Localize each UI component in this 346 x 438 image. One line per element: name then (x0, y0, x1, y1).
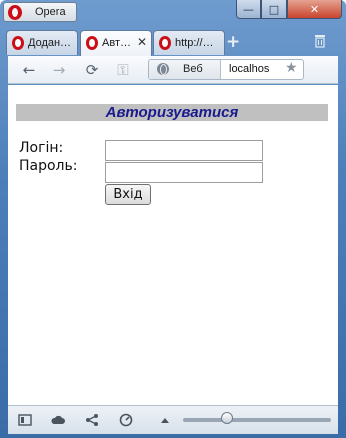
page-content: Авторизуватися Логін: Пароль: Вхід (8, 85, 338, 405)
forward-icon[interactable]: → (50, 61, 68, 79)
back-icon[interactable]: ← (20, 61, 38, 79)
opera-menu-label: Opera (35, 6, 66, 18)
opera-favicon-icon (86, 36, 98, 50)
opera-logo-icon (8, 5, 22, 20)
opera-favicon-icon (159, 36, 171, 50)
tab-addons[interactable]: Додан… (6, 30, 78, 55)
opera-favicon-icon (12, 36, 24, 50)
tab-label: http://… (175, 37, 214, 49)
minimize-icon: — (243, 2, 254, 16)
key-icon[interactable]: ⚿ (114, 61, 132, 79)
maximize-icon: □ (268, 2, 280, 16)
window-controls: — □ ✕ (236, 0, 342, 19)
minimize-button[interactable]: — (236, 0, 261, 19)
bookmark-star-icon[interactable]: ★ (285, 60, 298, 76)
page-title: Авторизуватися (105, 104, 239, 121)
opera-menu-button[interactable]: Opera (3, 2, 77, 22)
tab-http[interactable]: http://… (153, 30, 225, 55)
address-bar[interactable]: Веб localhos ★ (148, 59, 304, 80)
cloud-icon[interactable] (51, 413, 65, 427)
share-icon[interactable] (85, 413, 99, 427)
login-label: Логін: (19, 140, 64, 156)
heading-bar: Авторизуватися (16, 104, 328, 121)
trash-icon[interactable] (313, 34, 327, 48)
close-icon: ✕ (309, 2, 320, 16)
tab-label: Додан… (28, 37, 72, 49)
password-label: Пароль: (19, 158, 78, 174)
navigation-toolbar: ← → ⟳ ⚿ Веб localhos ★ (8, 56, 338, 84)
zoom-slider-thumb[interactable] (221, 412, 234, 424)
login-submit-button[interactable]: Вхід (105, 184, 151, 205)
zoom-slider-track[interactable] (183, 418, 331, 422)
triangle-icon[interactable] (158, 413, 172, 427)
close-window-button[interactable]: ✕ (287, 0, 342, 19)
panel-icon[interactable] (18, 413, 32, 427)
browser-window: Opera — □ ✕ Додан… Авт… ✕ http://… + ← →… (0, 0, 346, 438)
tab-authorization[interactable]: Авт… ✕ (80, 30, 152, 56)
status-bar (8, 405, 338, 434)
password-input[interactable] (105, 162, 263, 183)
tab-close-icon[interactable]: ✕ (137, 35, 147, 49)
login-input[interactable] (105, 140, 263, 161)
speed-dial-icon[interactable] (119, 413, 133, 427)
tab-label: Авт… (102, 37, 131, 49)
maximize-button[interactable]: □ (261, 0, 287, 19)
url-text[interactable]: localhos (229, 63, 269, 75)
new-tab-icon[interactable]: + (226, 32, 240, 52)
search-scope-label: Веб (183, 63, 203, 75)
globe-icon (157, 63, 169, 75)
reload-icon[interactable]: ⟳ (83, 61, 101, 79)
tab-strip: Додан… Авт… ✕ http://… + (0, 26, 346, 56)
search-scope-selector[interactable]: Веб (149, 60, 221, 79)
